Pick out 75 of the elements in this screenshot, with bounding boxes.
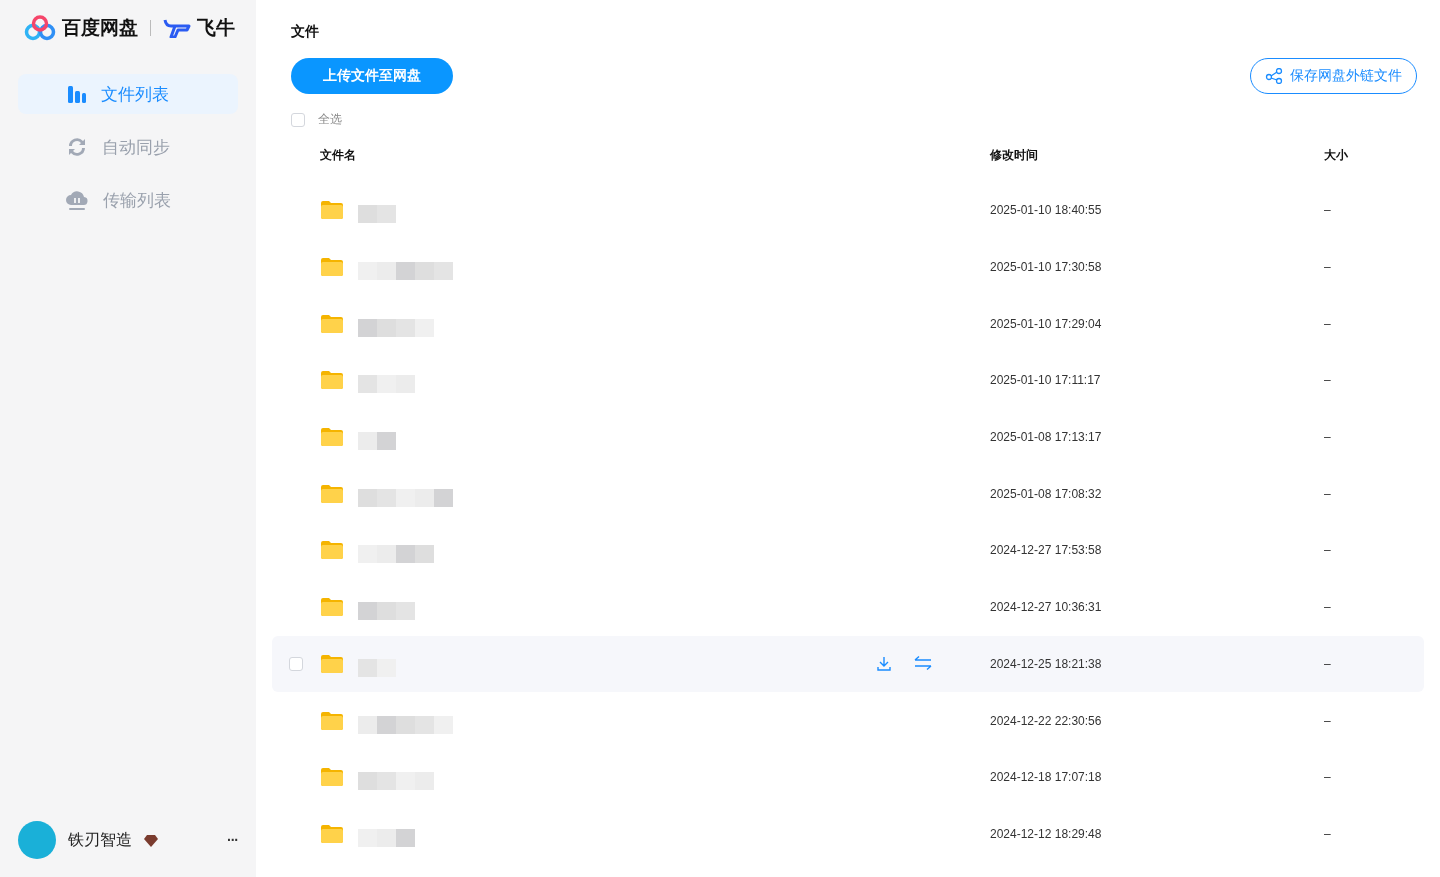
table-row[interactable]: 2024-12-22 22:30:56 – — [272, 692, 1424, 749]
modified-time: 2025-01-10 17:30:58 — [990, 260, 1103, 275]
folder-icon — [320, 483, 344, 504]
column-header[interactable]: 大小 — [1324, 146, 1424, 164]
transfer-arrows-icon[interactable] — [914, 655, 932, 670]
blurred-file-name — [358, 205, 396, 224]
user-name: 铁刃智造 — [68, 829, 132, 850]
page-title: 文件 — [291, 23, 319, 41]
modified-time: 2024-12-25 18:21:38 — [990, 656, 1103, 671]
table-row[interactable]: 2025-01-10 17:29:04 – — [272, 295, 1424, 353]
share-icon — [1265, 68, 1283, 84]
folder-icon — [320, 200, 344, 221]
select-all-checkbox[interactable] — [291, 112, 305, 127]
modified-time: 2024-12-27 17:53:58 — [990, 543, 1103, 558]
table-row[interactable]: 2024-12-27 10:36:31 – — [272, 578, 1424, 636]
modified-time: 2025-01-08 17:13:17 — [990, 430, 1103, 445]
avatar-placeholder[interactable] — [18, 821, 56, 859]
table-row-highlight[interactable]: 2024-12-25 18:21:38 – — [272, 635, 1424, 693]
folder-icon — [320, 257, 344, 278]
file-size: – — [1324, 316, 1332, 331]
modified-time: 2024-12-12 18:29:48 — [990, 826, 1103, 841]
more-menu[interactable]: ··· — [227, 832, 238, 848]
folder-icon — [320, 370, 344, 391]
folder-icon — [320, 313, 344, 334]
file-size: – — [1324, 373, 1332, 388]
file-size: – — [1324, 713, 1332, 728]
folder-icon — [320, 767, 344, 788]
file-size: – — [1324, 543, 1332, 558]
table-row[interactable]: 2024-12-18 17:07:18 – — [272, 748, 1424, 806]
diamond-badge-icon — [144, 833, 158, 847]
save-link-button[interactable]: 保存网盘外链文件 — [1250, 58, 1417, 94]
wing-logo-icon — [163, 18, 191, 38]
modified-time: 2024-12-18 17:07:18 — [990, 770, 1103, 785]
folder-icon — [320, 597, 344, 618]
modified-time: 2024-12-27 10:36:31 — [990, 600, 1103, 615]
select-all-label: 全选 — [318, 111, 342, 128]
modified-time: 2025-01-10 17:29:04 — [990, 316, 1103, 331]
brand-name: 百度网盘 — [62, 16, 138, 40]
table-row[interactable]: 2025-01-10 17:11:17 – — [272, 352, 1424, 409]
modified-time: 2024-12-22 22:30:56 — [990, 713, 1103, 728]
file-size: – — [1324, 260, 1332, 275]
modified-time: 2025-01-10 18:40:55 — [990, 203, 1103, 218]
file-size: – — [1324, 203, 1332, 218]
folder-icon — [320, 540, 344, 561]
table-row[interactable]: 2025-01-08 17:08:32 – — [272, 465, 1424, 523]
blurred-file-name — [358, 828, 415, 847]
download-icon[interactable] — [876, 655, 892, 672]
file-size: – — [1324, 826, 1332, 841]
bar-chart-icon — [67, 84, 87, 104]
table-row[interactable]: 2024-12-12 18:29:48 – — [272, 805, 1424, 863]
column-header[interactable]: 修改时间 — [990, 146, 1324, 164]
modified-time: 2025-01-08 17:08:32 — [990, 486, 1103, 501]
partner-name: 飞牛 — [197, 16, 235, 40]
sync-icon — [66, 136, 88, 158]
modified-time: 2025-01-10 17:11:17 — [990, 373, 1102, 388]
cloud-upload-icon — [65, 189, 89, 211]
cloud-logo-icon — [24, 15, 56, 41]
file-size: – — [1324, 770, 1332, 785]
column-header[interactable]: 文件名 — [320, 146, 990, 164]
blurred-file-name — [358, 432, 396, 451]
file-size: – — [1324, 600, 1332, 615]
folder-icon — [320, 653, 344, 674]
file-size: – — [1324, 430, 1332, 445]
table-row[interactable]: 2025-01-10 17:30:58 – — [272, 238, 1424, 296]
table-row[interactable]: 2025-01-08 17:13:17 – — [272, 408, 1424, 466]
folder-icon — [320, 427, 344, 448]
folder-icon — [320, 710, 344, 731]
folder-icon — [320, 823, 344, 844]
blurred-file-name — [358, 375, 415, 394]
blurred-file-name — [358, 602, 415, 621]
table-row[interactable]: 2024-12-27 17:53:58 – — [272, 522, 1424, 579]
file-size: – — [1324, 486, 1332, 501]
file-size: – — [1324, 656, 1332, 671]
table-row[interactable]: 2025-01-10 18:40:55 – — [272, 182, 1424, 239]
row-checkbox[interactable] — [289, 656, 303, 671]
